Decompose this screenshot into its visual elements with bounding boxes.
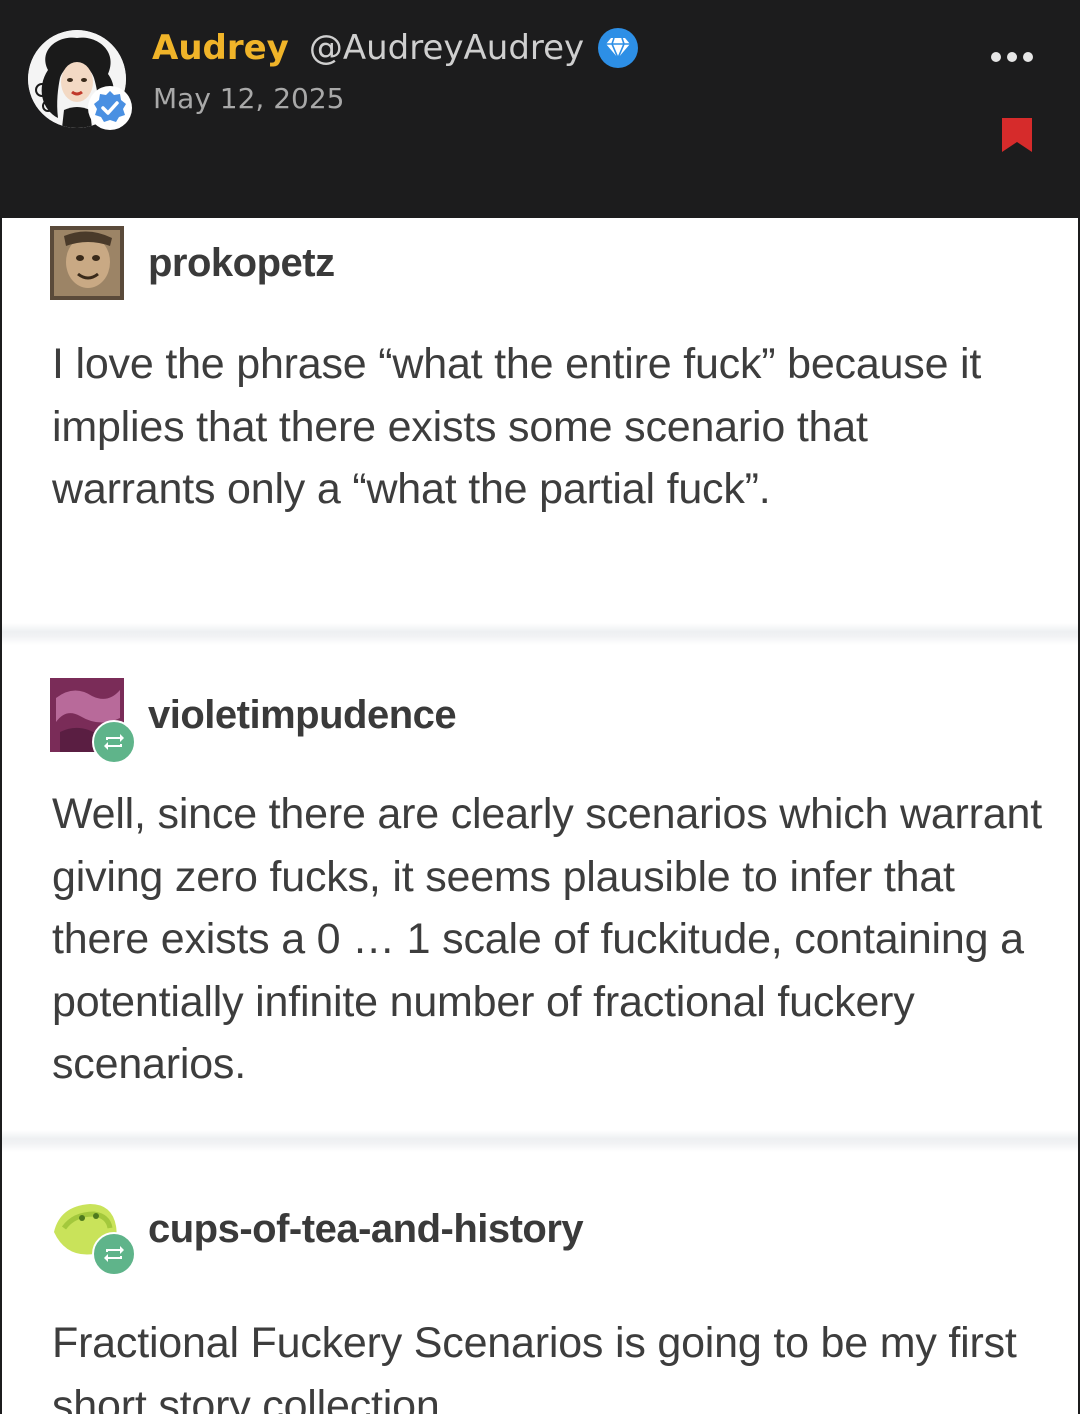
thread-user-row: violetimpudence — [50, 678, 457, 764]
reblog-icon — [92, 1232, 136, 1276]
thread-entry: cups-of-tea-and-history Fractional Fucke… — [2, 1154, 1078, 1414]
verified-check-icon — [88, 86, 132, 130]
thread-text: Fractional Fuckery Scenarios is going to… — [52, 1319, 1017, 1414]
thread-username[interactable]: cups-of-tea-and-history — [148, 1207, 584, 1252]
more-dot — [1023, 52, 1033, 62]
post-screen: Audrey @AudreyAudrey May 12, 2025 prokop… — [0, 0, 1080, 1414]
more-dot — [991, 52, 1001, 62]
thread-username[interactable]: prokopetz — [148, 241, 335, 286]
thread-divider — [2, 623, 1078, 645]
author-handle[interactable]: @AudreyAudrey — [309, 28, 584, 68]
author-name[interactable]: Audrey — [152, 28, 289, 68]
user-avatar[interactable] — [50, 226, 124, 300]
post-image: prokopetz I love the phrase “what the en… — [2, 218, 1078, 1414]
bookmark-icon[interactable] — [998, 115, 1036, 155]
thread-divider — [2, 1130, 1078, 1152]
thread-username[interactable]: violetimpudence — [148, 693, 457, 738]
post-date: May 12, 2025 — [153, 82, 345, 115]
author-line: Audrey @AudreyAudrey — [152, 28, 639, 68]
thread-text: Well, since there are clearly scenarios … — [52, 790, 1042, 1088]
more-dot — [1007, 52, 1017, 62]
post-header: Audrey @AudreyAudrey May 12, 2025 — [0, 0, 1080, 218]
thread-text: I love the phrase “what the entire fuck”… — [52, 340, 982, 513]
diamond-icon — [598, 28, 639, 68]
more-options-icon[interactable] — [984, 40, 1040, 74]
thread-entry: violetimpudence Well, since there are cl… — [2, 648, 1078, 1138]
user-avatar[interactable] — [50, 1192, 136, 1276]
thread-entry: prokopetz I love the phrase “what the en… — [2, 218, 1078, 628]
reblog-icon — [92, 720, 136, 764]
user-avatar[interactable] — [50, 678, 136, 764]
thread-user-row: cups-of-tea-and-history — [50, 1192, 584, 1276]
thread-user-row: prokopetz — [50, 226, 335, 300]
